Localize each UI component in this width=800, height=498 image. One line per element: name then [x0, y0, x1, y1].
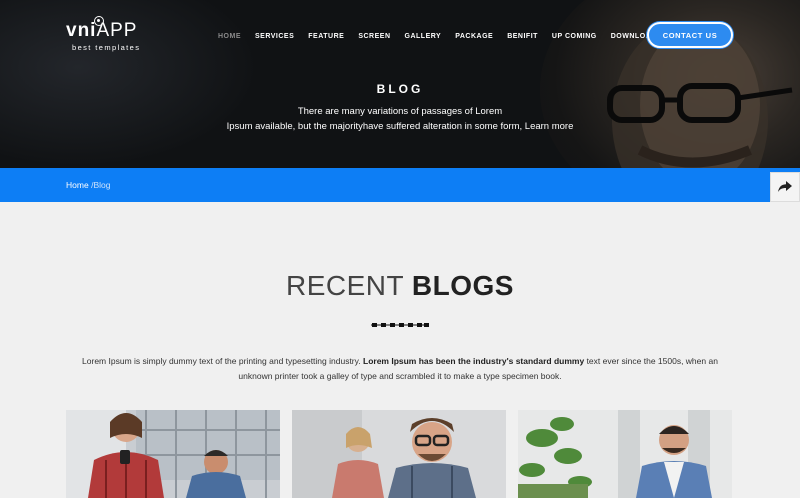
section-title-bold: BLOGS: [411, 270, 514, 301]
nav-item-gallery[interactable]: GALLERY: [405, 33, 442, 40]
blog-card-1-image: [66, 410, 280, 498]
breadcrumb-current: Blog: [93, 180, 111, 190]
main-nav: HOME SERVICES FEATURE SCREEN GALLERY PAC…: [218, 33, 689, 40]
logo-text-bold: vni: [66, 20, 97, 41]
nav-item-home[interactable]: HOME: [218, 33, 241, 40]
nav-item-feature[interactable]: FEATURE: [308, 33, 344, 40]
hero-description: There are many variations of passages of…: [200, 104, 600, 134]
blog-card-2-image: [292, 410, 506, 498]
hero-banner: vni APP best templates HOME SERVICES FEAT…: [0, 0, 800, 168]
hero-description-line-2: Ipsum available, but the majorityhave su…: [226, 121, 574, 132]
nav-item-up-coming[interactable]: UP COMING: [552, 33, 597, 40]
page-title: BLOG: [376, 82, 424, 96]
nav-item-package[interactable]: PACKAGE: [455, 33, 493, 40]
breadcrumb-home-link[interactable]: Home: [66, 180, 89, 190]
intro-text-start: Lorem Ipsum is simply dummy text of the …: [82, 356, 361, 366]
nav-item-benifit[interactable]: BENIFIT: [507, 33, 538, 40]
contact-us-button[interactable]: CONTACT US: [647, 22, 733, 48]
nav-item-services[interactable]: SERVICES: [255, 33, 294, 40]
blog-card-3-image: [518, 410, 732, 498]
hero-description-line-1: There are many variations of passages of…: [297, 106, 503, 117]
blog-card-1[interactable]: [66, 410, 280, 498]
nav-item-screen[interactable]: SCREEN: [358, 33, 390, 40]
site-logo[interactable]: vni APP best templates: [66, 16, 141, 52]
section-title: RECENT BLOGS: [0, 270, 800, 302]
share-arrow-icon: [778, 181, 792, 192]
logo-target-icon: [94, 16, 104, 26]
blog-card-3[interactable]: [518, 410, 732, 498]
logo-tagline: best templates: [72, 43, 141, 52]
section-title-light: RECENT: [286, 270, 404, 301]
breadcrumb: Home /Blog: [66, 180, 110, 190]
intro-text-bold: Lorem Ipsum has been the industry's stan…: [363, 356, 585, 366]
section-divider: [371, 323, 429, 327]
section-intro: Lorem Ipsum is simply dummy text of the …: [70, 354, 730, 384]
breadcrumb-bar: Home /Blog: [0, 168, 800, 202]
blog-card-2[interactable]: [292, 410, 506, 498]
share-button[interactable]: [770, 172, 800, 202]
